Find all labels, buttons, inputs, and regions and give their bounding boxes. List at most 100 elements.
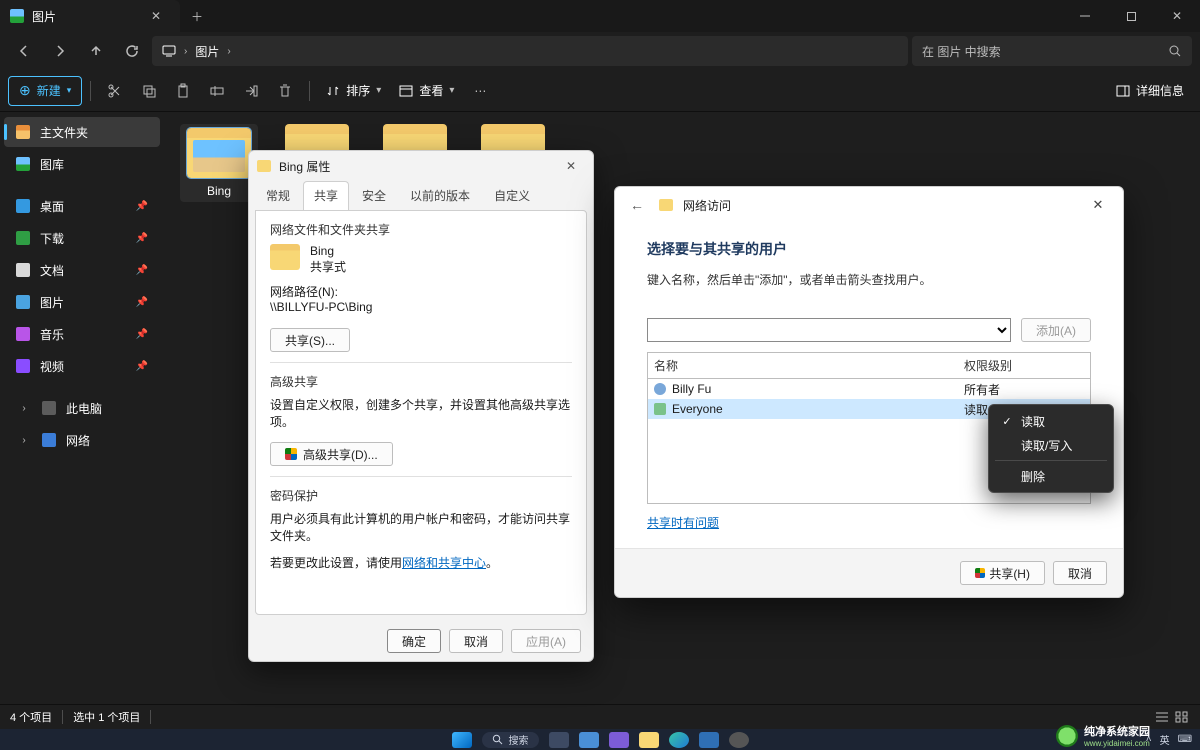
taskbar-settings[interactable] [729, 732, 749, 748]
pin-icon: 📌 [136, 233, 148, 244]
home-icon [16, 125, 30, 139]
ime-button[interactable]: ⌨ [1178, 734, 1192, 745]
apply-button[interactable]: 应用(A) [511, 629, 581, 653]
maximize-button[interactable] [1108, 0, 1154, 32]
folder-icon [270, 244, 300, 270]
close-button[interactable]: ✕ [1154, 0, 1200, 32]
breadcrumb-segment[interactable]: 图片 [195, 43, 219, 60]
pictures-icon [10, 9, 24, 23]
sidebar-item-videos[interactable]: 视频📌 [4, 351, 160, 381]
pin-icon: 📌 [136, 297, 148, 308]
share-confirm-button[interactable]: 共享(H) [960, 561, 1045, 585]
refresh-button[interactable] [116, 36, 148, 66]
desktop-icon [16, 199, 30, 213]
shield-icon [975, 568, 985, 578]
dialog-titlebar[interactable]: Bing 属性 ✕ [249, 151, 593, 181]
divider [90, 81, 91, 101]
sidebar-item-gallery[interactable]: 图库 [4, 149, 160, 179]
address-bar[interactable]: › 图片 › [152, 36, 908, 66]
sidebar-item-downloads[interactable]: 下载📌 [4, 223, 160, 253]
tab-sharing[interactable]: 共享 [303, 181, 349, 210]
start-button[interactable] [452, 732, 472, 748]
properties-dialog: Bing 属性 ✕ 常规 共享 安全 以前的版本 自定义 网络文件和文件夹共享 … [248, 150, 594, 662]
view-grid-button[interactable] [1174, 710, 1190, 724]
taskbar-search[interactable]: 搜索 [482, 732, 539, 748]
pin-icon: 📌 [136, 201, 148, 212]
sidebar-item-documents[interactable]: 文档📌 [4, 255, 160, 285]
view-button[interactable]: 查看 ▾ [391, 76, 462, 106]
chevron-right-icon: › [16, 403, 32, 414]
pin-icon: 📌 [136, 329, 148, 340]
sidebar-item-pictures[interactable]: 图片📌 [4, 287, 160, 317]
sidebar-item-music[interactable]: 音乐📌 [4, 319, 160, 349]
share-button[interactable]: 共享(S)... [270, 328, 350, 352]
share-button[interactable] [235, 76, 267, 106]
col-name[interactable]: 名称 [654, 357, 964, 374]
forward-button[interactable] [44, 36, 76, 66]
minimize-button[interactable] [1062, 0, 1108, 32]
more-button[interactable]: ⋯ [464, 76, 496, 106]
taskbar-store[interactable] [699, 732, 719, 748]
sidebar-item-network[interactable]: ›网络 [4, 425, 160, 455]
copy-button[interactable] [133, 76, 165, 106]
tab-general[interactable]: 常规 [255, 181, 301, 210]
window-tab[interactable]: 图片 ✕ [0, 0, 180, 32]
details-pane-button[interactable]: 详细信息 [1108, 76, 1192, 106]
dialog-tabs: 常规 共享 安全 以前的版本 自定义 [249, 181, 593, 210]
dialog-titlebar[interactable]: ← 网络访问 ✕ [615, 187, 1123, 223]
close-icon[interactable]: ✕ [557, 159, 585, 173]
delete-button[interactable] [269, 76, 301, 106]
list-row[interactable]: Billy Fu 所有者 [648, 379, 1090, 399]
tab-close-button[interactable]: ✕ [144, 4, 168, 28]
back-button[interactable] [8, 36, 40, 66]
taskbar-explorer[interactable] [639, 732, 659, 748]
status-bar: 4 个项目 选中 1 个项目 [0, 704, 1200, 729]
taskbar-edge[interactable] [669, 732, 689, 748]
cut-button[interactable] [99, 76, 131, 106]
network-icon [42, 433, 56, 447]
view-list-button[interactable] [1154, 710, 1170, 724]
tray-chevron-icon[interactable]: ˄ [1146, 734, 1152, 745]
new-tab-button[interactable]: ＋ [180, 0, 214, 32]
menu-item-delete[interactable]: 删除 [993, 464, 1109, 488]
menu-item-readwrite[interactable]: 读取/写入 [993, 433, 1109, 457]
ok-button[interactable]: 确定 [387, 629, 441, 653]
status-selection: 选中 1 个项目 [73, 709, 140, 725]
add-button[interactable]: 添加(A) [1021, 318, 1091, 342]
back-button[interactable]: ← [625, 197, 649, 213]
paste-button[interactable] [167, 76, 199, 106]
taskbar-app[interactable] [609, 732, 629, 748]
cancel-button[interactable]: 取消 [1053, 561, 1107, 585]
menu-item-read[interactable]: ✓ 读取 [993, 409, 1109, 433]
folder-item[interactable]: Bing [180, 124, 258, 202]
ime-indicator[interactable]: 英 [1160, 732, 1170, 747]
task-view-button[interactable] [549, 732, 569, 748]
sidebar: 主文件夹 图库 桌面📌 下载📌 文档📌 图片📌 音乐📌 视频📌 ›此电脑 ›网络 [0, 112, 164, 704]
taskbar-app[interactable] [579, 732, 599, 748]
sidebar-item-home[interactable]: 主文件夹 [4, 117, 160, 147]
up-button[interactable] [80, 36, 112, 66]
search-input[interactable]: 在 图片 中搜索 [912, 36, 1192, 66]
tab-security[interactable]: 安全 [351, 181, 397, 210]
network-sharing-center-link[interactable]: 网络和共享中心 [402, 556, 486, 570]
system-tray[interactable]: ˄ 英 ⌨ [1146, 732, 1192, 747]
sidebar-item-desktop[interactable]: 桌面📌 [4, 191, 160, 221]
pictures-icon [16, 295, 30, 309]
sort-button[interactable]: 排序 ▾ [318, 76, 389, 106]
user-select-combobox[interactable] [647, 318, 1011, 342]
music-icon [16, 327, 30, 341]
rename-button[interactable] [201, 76, 233, 106]
col-permission[interactable]: 权限级别 [964, 357, 1084, 374]
cancel-button[interactable]: 取消 [449, 629, 503, 653]
chevron-right-icon: › [16, 435, 32, 446]
advanced-sharing-button[interactable]: 高级共享(D)... [270, 442, 393, 466]
help-link[interactable]: 共享时有问题 [647, 516, 719, 530]
new-button[interactable]: ⊕ 新建 ▾ [8, 76, 82, 106]
nav-row: › 图片 › 在 图片 中搜索 [0, 32, 1200, 70]
tab-customize[interactable]: 自定义 [483, 181, 541, 210]
monitor-icon [162, 44, 176, 58]
tab-previous-versions[interactable]: 以前的版本 [399, 181, 481, 210]
documents-icon [16, 263, 30, 277]
close-icon[interactable]: ✕ [1083, 197, 1113, 213]
sidebar-item-thispc[interactable]: ›此电脑 [4, 393, 160, 423]
